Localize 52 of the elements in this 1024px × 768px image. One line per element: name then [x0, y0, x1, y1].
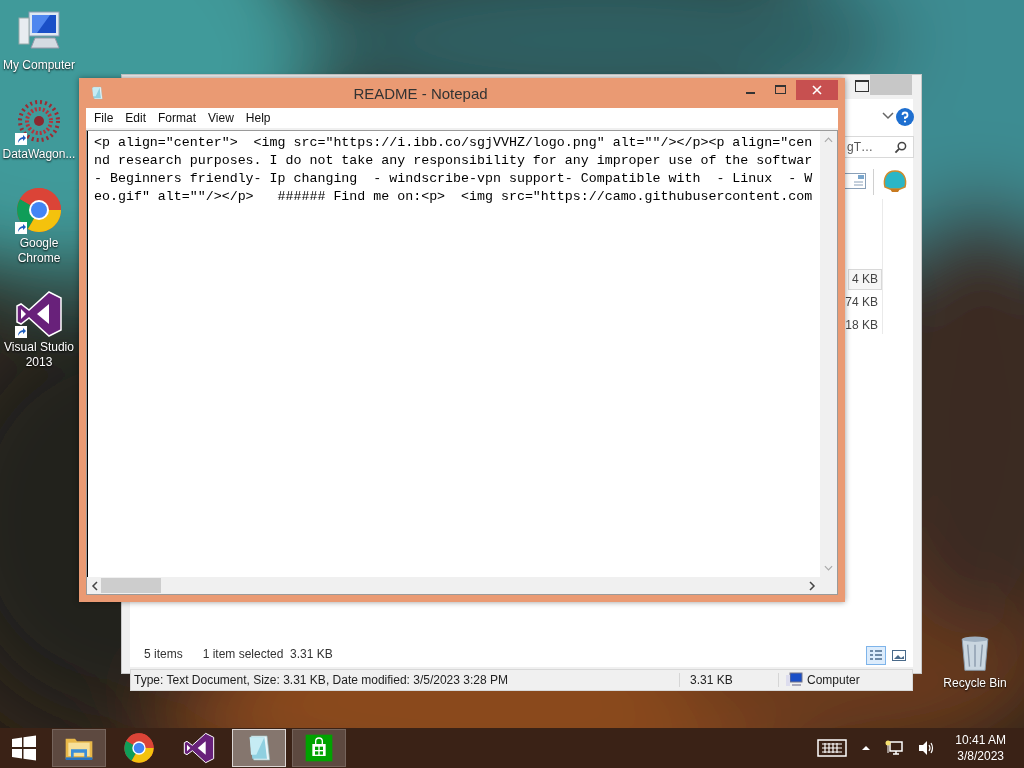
menu-item[interactable]: Help — [239, 111, 277, 125]
shopping-bag-icon — [303, 732, 335, 764]
speaker-icon[interactable] — [917, 739, 936, 757]
size-cell[interactable]: 74 KB — [841, 292, 882, 313]
selection-info: 1 item selected 3.31 KB — [202, 647, 333, 661]
chrome-icon — [123, 732, 155, 764]
preview-pane-icon[interactable] — [844, 172, 866, 190]
visual-studio-icon — [183, 732, 215, 764]
details-view-button[interactable] — [866, 646, 886, 665]
scroll-thumb[interactable] — [101, 578, 161, 593]
scroll-right-icon[interactable] — [808, 580, 816, 591]
keyboard-icon[interactable] — [817, 739, 848, 757]
clock-time[interactable]: 10:41 AM — [955, 732, 1006, 748]
icon-label: My Computer — [3, 58, 75, 73]
dotted-circle-icon[interactable] — [15, 97, 63, 145]
menu-item[interactable]: Format — [152, 111, 203, 125]
search-field[interactable]: gT… — [844, 136, 914, 158]
size-cell[interactable]: 18 KB — [841, 315, 882, 336]
help-icon[interactable] — [896, 108, 914, 126]
windows-start-icon[interactable] — [10, 734, 38, 762]
icon-label: Recycle Bin — [943, 676, 1007, 691]
search-icon — [894, 140, 907, 154]
menu-item[interactable]: View — [202, 111, 240, 125]
clock-date[interactable]: 3/8/2023 — [955, 748, 1006, 764]
text-line: eo.gif" alt=""/></p> ###### Find me on:<p> <img src="https://camo.githubusercontent.com — [94, 188, 813, 206]
status-text: Type: Text Document, Size: 3.31 KB, Date modified: 3/5/2023 3:28 PM — [131, 673, 680, 687]
item-count: 5 items — [144, 647, 183, 661]
text-line: nd research purposes. I do not take any responsibility for any improper use of the softwar — [94, 152, 813, 170]
taskbar-button[interactable] — [292, 729, 346, 767]
chevron-down-icon[interactable] — [882, 112, 894, 120]
icon-label: Visual Studio 2013 — [3, 340, 75, 370]
text-line: <p align="center"> <img src="https://i.ibb.co/sgjVVHZ/logo.png" alt=""/></p><p align="cen — [94, 134, 813, 152]
icon-label: Google Chrome — [16, 236, 62, 266]
notepad-icon — [89, 85, 105, 101]
text-line: - Beginners friendly- Ip changing - windscribe-vpn support- Compatible with - Linux - W — [94, 170, 813, 188]
menu-item[interactable]: Edit — [119, 111, 153, 125]
window-title: README - Notepad — [352, 84, 489, 102]
size-cell[interactable]: 4 KB — [848, 269, 882, 290]
scroll-left-icon[interactable] — [91, 580, 99, 591]
network-icon[interactable] — [885, 739, 904, 757]
horizontal-scrollbar[interactable] — [87, 577, 820, 594]
status-size: 3.31 KB — [680, 673, 779, 687]
close-button[interactable] — [796, 80, 838, 100]
visual-studio-icon[interactable] — [15, 290, 63, 338]
menu-item[interactable]: File — [88, 111, 120, 125]
shell-icon[interactable] — [882, 169, 908, 193]
location-text: Computer — [807, 673, 860, 687]
computer-icon — [785, 672, 803, 688]
caret-up-icon[interactable] — [861, 745, 872, 751]
chrome-icon[interactable] — [15, 186, 63, 234]
icon-label: DataWagon... — [2, 147, 76, 162]
taskbar-button[interactable] — [52, 729, 106, 767]
